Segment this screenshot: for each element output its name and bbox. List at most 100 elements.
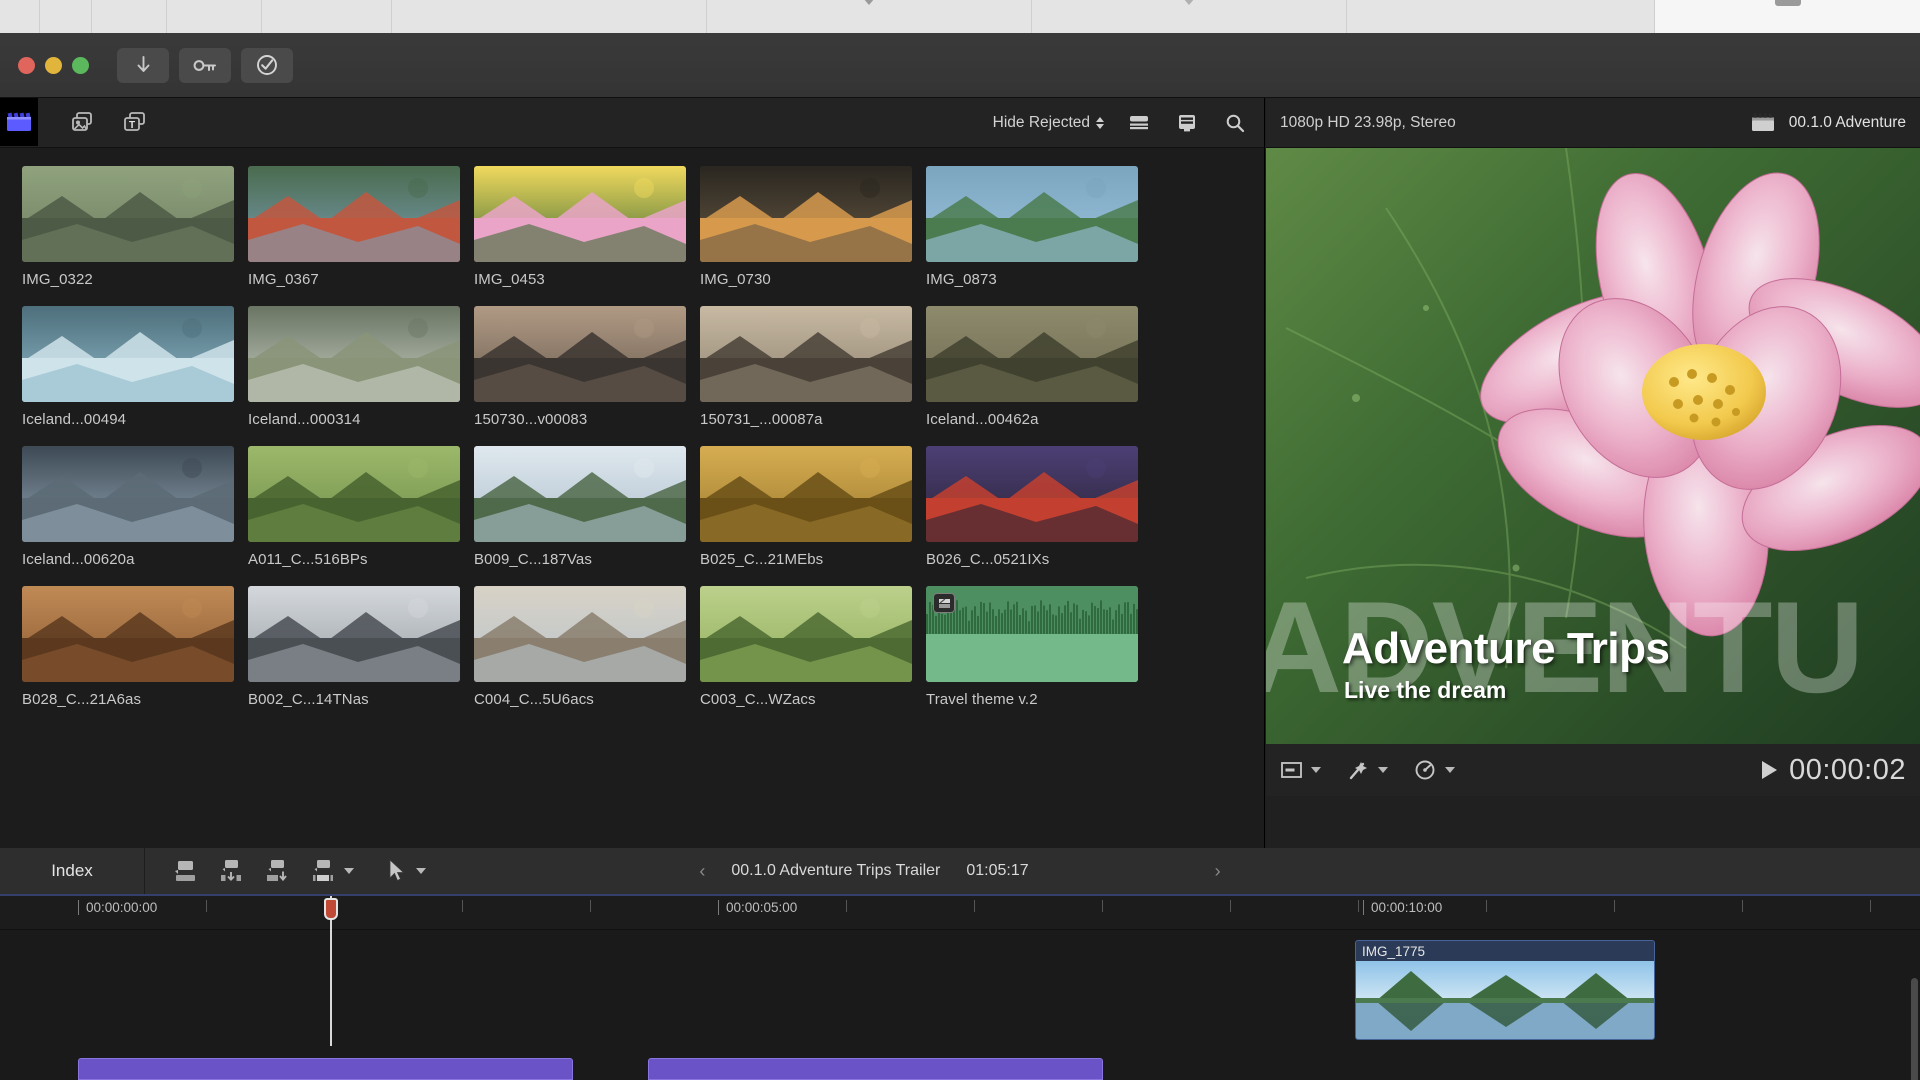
clip-thumbnail[interactable]	[22, 306, 234, 402]
clip-thumbnail[interactable]	[22, 586, 234, 682]
browser-clip[interactable]: B026_C...0521IXs	[926, 446, 1138, 568]
select-tool-button[interactable]	[388, 859, 426, 883]
browser-clip[interactable]: Iceland...00462a	[926, 306, 1138, 428]
browser-clip[interactable]: IMG_0730	[700, 166, 912, 288]
clapperboard-icon	[1751, 113, 1774, 131]
clip-thumbnail[interactable]	[248, 166, 460, 262]
clip-thumbnail[interactable]	[926, 446, 1138, 542]
browser-clip[interactable]: IMG_0873	[926, 166, 1138, 288]
clip-thumbnail[interactable]	[248, 586, 460, 682]
clip-name: B025_C...21MEbs	[700, 551, 824, 568]
connect-clip-icon[interactable]	[263, 858, 291, 884]
clip-thumbnail[interactable]	[22, 446, 234, 542]
overlay-title-text: Adventure Trips	[1342, 624, 1670, 673]
chevron-down-icon	[1311, 767, 1321, 773]
browser-clip[interactable]: Iceland...00620a	[22, 446, 234, 568]
chevron-down-icon	[1445, 767, 1455, 773]
hide-rejected-filter[interactable]: Hide Rejected	[993, 114, 1104, 132]
clip-thumbnail[interactable]	[700, 306, 912, 402]
ruler-tick-major	[1363, 900, 1364, 915]
clip-thumbnail[interactable]	[474, 306, 686, 402]
timeline-playhead-ruler[interactable]	[324, 896, 338, 930]
browser-clip[interactable]: C004_C...5U6acs	[474, 586, 686, 708]
clip-thumbnail[interactable]	[248, 446, 460, 542]
clip-name: C004_C...5U6acs	[474, 691, 594, 708]
browser-clip[interactable]: IMG_0453	[474, 166, 686, 288]
clapperboard-icon[interactable]	[0, 98, 38, 146]
filmstrip-view-button[interactable]	[1126, 110, 1152, 136]
viewer-panel: 1080p HD 23.98p, Stereo 00.1.0 Adventure	[1266, 98, 1920, 848]
timeline-playhead[interactable]	[330, 930, 332, 1046]
clip-thumbnail[interactable]	[926, 306, 1138, 402]
timeline-ruler[interactable]: 00:00:00:00 00:00:05:00 00:00:10:00	[0, 896, 1920, 930]
index-label: Index	[51, 861, 93, 880]
clip-thumbnail[interactable]	[700, 586, 912, 682]
browser-clip[interactable]: C003_C...WZacs	[700, 586, 912, 708]
browser-clip[interactable]: A011_C...516BPs	[248, 446, 460, 568]
chevron-right-icon[interactable]: ›	[1215, 861, 1221, 882]
ruler-label: 00:00:10:00	[1371, 900, 1443, 915]
verified-button[interactable]	[241, 47, 293, 83]
ruler-label: 00:00:00:00	[86, 900, 158, 915]
clip-name: IMG_0730	[700, 271, 771, 288]
clip-thumbnail[interactable]	[248, 306, 460, 402]
retime-button[interactable]	[1414, 759, 1455, 781]
stepper-icon[interactable]	[1096, 116, 1104, 129]
timeline-title-clip[interactable]	[648, 1058, 1103, 1080]
zoom-button[interactable]	[72, 56, 89, 74]
clip-thumbnail[interactable]	[926, 586, 1138, 682]
search-button[interactable]	[1222, 110, 1248, 136]
close-button[interactable]	[18, 56, 35, 74]
clip-thumbnail[interactable]	[700, 166, 912, 262]
check-circle-icon	[257, 55, 277, 75]
viewer-format-label: 1080p HD 23.98p, Stereo	[1280, 113, 1456, 131]
viewer-stage[interactable]: ADVENTU Adventure Trips Live the dream 0…	[1266, 148, 1920, 796]
play-icon[interactable]	[1762, 761, 1778, 779]
enhancements-button[interactable]	[1347, 759, 1388, 781]
download-button[interactable]	[117, 47, 169, 83]
clip-name: 150730...v00083	[474, 411, 588, 428]
browser-clip[interactable]: B009_C...187Vas	[474, 446, 686, 568]
timeline-title-clip[interactable]	[78, 1058, 573, 1080]
insert-clip-icon[interactable]	[217, 858, 245, 884]
view-options-button[interactable]	[1280, 760, 1321, 780]
browser-clip[interactable]: IMG_0367	[248, 166, 460, 288]
clip-thumbnail[interactable]	[474, 166, 686, 262]
viewer-toolbar: 1080p HD 23.98p, Stereo 00.1.0 Adventure	[1266, 98, 1920, 148]
hide-rejected-label: Hide Rejected	[992, 113, 1090, 131]
bg-cell	[1032, 0, 1347, 33]
browser-clip[interactable]: 150731_...00087a	[700, 306, 912, 428]
browser-clip[interactable]: Travel theme v.2	[926, 586, 1138, 708]
clip-thumbnail[interactable]	[474, 446, 686, 542]
timeline-clip[interactable]: IMG_1775	[1355, 940, 1655, 1040]
browser-clip[interactable]: B025_C...21MEbs	[700, 446, 912, 568]
titles-and-generators-button[interactable]: T	[122, 110, 148, 136]
browser-clip[interactable]: Iceland...00494	[22, 306, 234, 428]
clip-thumbnail[interactable]	[22, 166, 234, 262]
clip-name: Iceland...000314	[248, 411, 361, 428]
window-titlebar	[0, 33, 1920, 98]
keychain-button[interactable]	[179, 47, 231, 83]
append-to-timeline-icon[interactable]	[171, 858, 199, 884]
playhead-handle[interactable]	[324, 898, 338, 920]
timeline-project-name: 00.1.0 Adventure Trips Trailer	[731, 862, 941, 879]
browser-clip[interactable]: IMG_0322	[22, 166, 234, 288]
clip-thumbnail[interactable]	[926, 166, 1138, 262]
photos-and-audio-button[interactable]	[70, 110, 96, 136]
viewer-project-info[interactable]: 00.1.0 Adventure	[1751, 113, 1906, 132]
browser-clip[interactable]: B002_C...14TNas	[248, 586, 460, 708]
timeline-scrollbar[interactable]	[1911, 978, 1918, 1080]
list-view-button[interactable]	[1174, 110, 1200, 136]
index-button[interactable]: Index	[0, 848, 145, 894]
clip-thumbnail[interactable]	[700, 446, 912, 542]
chevron-left-icon[interactable]: ‹	[699, 861, 705, 882]
timeline-tracks[interactable]: IMG_1775	[0, 930, 1920, 1080]
browser-clip[interactable]: Iceland...000314	[248, 306, 460, 428]
browser-clip[interactable]: B028_C...21A6as	[22, 586, 234, 708]
minimize-button[interactable]	[45, 56, 62, 74]
bg-cell	[0, 0, 40, 33]
clip-thumbnail[interactable]	[474, 586, 686, 682]
browser-clip[interactable]: 150730...v00083	[474, 306, 686, 428]
ruler-tick	[1102, 900, 1103, 912]
overwrite-clip-button[interactable]	[309, 858, 354, 884]
